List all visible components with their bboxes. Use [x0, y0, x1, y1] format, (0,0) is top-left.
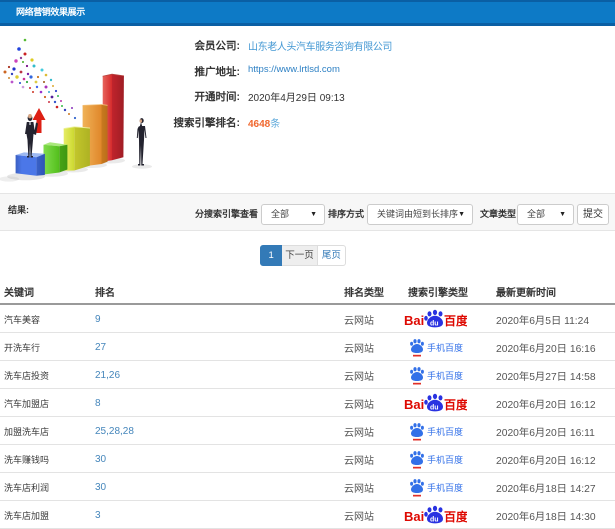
svg-text:du: du [430, 321, 439, 328]
svg-text:手机百度: 手机百度 [427, 426, 463, 437]
svg-text:手机百度: 手机百度 [427, 370, 463, 381]
svg-text:Bai: Bai [404, 397, 424, 412]
svg-text:手机百度: 手机百度 [427, 454, 463, 465]
svg-text:手机百度: 手机百度 [427, 482, 463, 493]
svg-text:手机百度: 手机百度 [427, 342, 463, 353]
svg-text:百度: 百度 [444, 509, 467, 524]
svg-text:Bai: Bai [404, 509, 424, 524]
svg-text:du: du [430, 404, 439, 411]
svg-text:Bai: Bai [404, 313, 424, 328]
svg-text:百度: 百度 [444, 313, 467, 328]
svg-text:百度: 百度 [444, 397, 467, 412]
